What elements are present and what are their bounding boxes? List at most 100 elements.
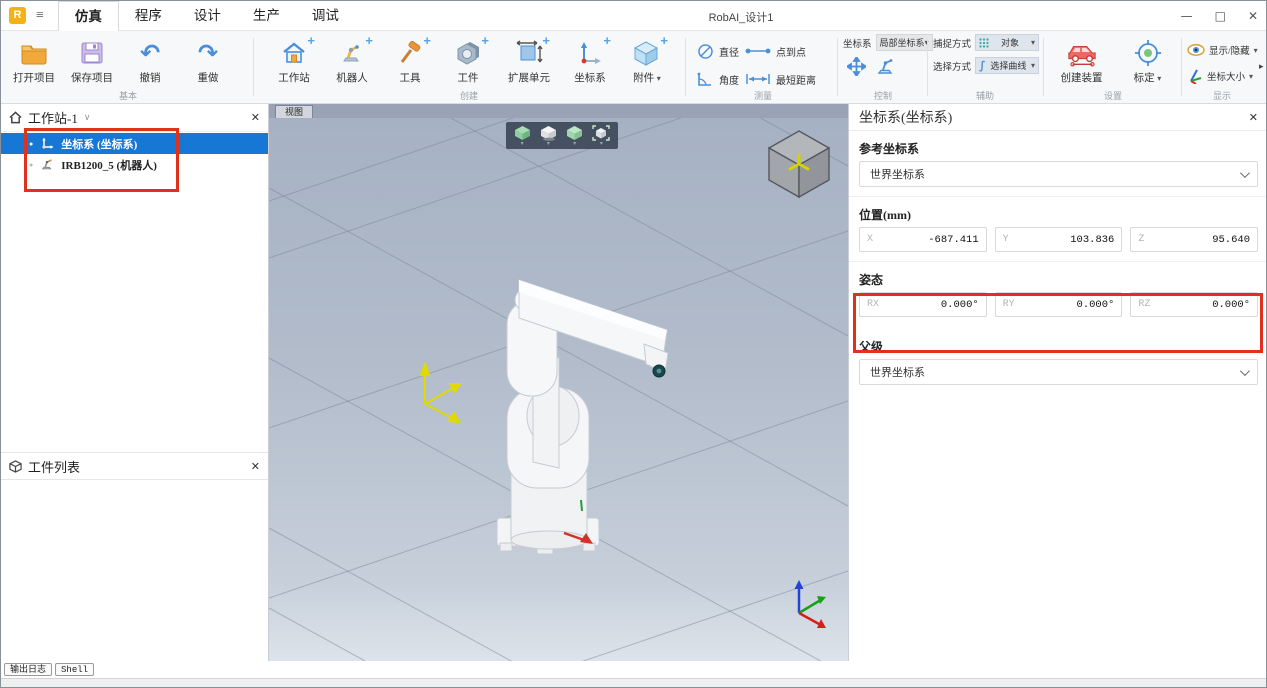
save-icon [81, 42, 103, 64]
create-workstation-button[interactable]: + 工作站 [265, 33, 323, 85]
point-to-point-label: 点到点 [776, 47, 806, 59]
shell-tab[interactable]: Shell [55, 663, 95, 676]
nav-cube[interactable] [767, 130, 831, 199]
group-label-measure: 测量 [753, 91, 772, 101]
tab-program[interactable]: 程序 [119, 1, 178, 31]
move-tool-icon[interactable] [847, 57, 866, 76]
front-view-button[interactable]: ▾ [540, 125, 557, 147]
reference-frame-label: 参考坐标系 [859, 142, 920, 156]
ribbon-group-create: + 工作站 + 机器人 + 工具 + 工件 + 扩展单元 + 坐标系 + 附件 … [257, 31, 681, 103]
position-y-field[interactable]: Y 103.836 [994, 227, 1123, 252]
parts-list-close-icon[interactable]: ✕ [251, 460, 260, 473]
tab-simulation[interactable]: 仿真 [57, 1, 119, 32]
properties-panel: 坐标系(坐标系) ✕ 参考坐标系 世界坐标系 位置(mm) X -687.411 … [848, 104, 1266, 661]
undo-button[interactable]: ↶ 撤销 [121, 36, 179, 85]
redo-label: 重做 [197, 73, 219, 84]
fit-view-button[interactable]: ▾ [592, 124, 611, 147]
ribbon-overflow-button[interactable]: ▸ [1259, 61, 1264, 72]
position-z-field[interactable]: Z 95.640 [1130, 227, 1259, 252]
close-button[interactable]: ✕ [1248, 9, 1258, 23]
workstation-panel-close-icon[interactable]: ✕ [251, 111, 260, 124]
coord-size-button[interactable]: 坐标大小 ▾ [1187, 63, 1259, 89]
measure-point-to-point-button[interactable]: 点到点 [745, 37, 833, 65]
tree-item-frame[interactable]: ● 坐标系 (坐标系) [1, 133, 268, 154]
dropdown-caret-icon: ▾ [1249, 71, 1254, 81]
position-x-field[interactable]: X -687.411 [859, 227, 987, 252]
tab-debug[interactable]: 调试 [296, 1, 355, 31]
maximize-button[interactable]: □ [1215, 9, 1226, 23]
show-hide-button[interactable]: 显示/隐藏 ▾ [1187, 37, 1259, 63]
ribbon-group-display: 显示/隐藏 ▾ 坐标大小 ▾ 显示 [1185, 31, 1259, 103]
curve-icon: ∫ [979, 59, 986, 72]
pose-rx-field[interactable]: RX 0.000° [859, 292, 987, 317]
robot-jog-icon[interactable] [876, 57, 895, 76]
chevron-down-icon[interactable]: ∨ [84, 113, 91, 123]
create-ext-unit-button[interactable]: + 扩展单元 [497, 33, 561, 85]
ext-unit-icon [516, 40, 543, 63]
dropdown-caret-icon: ▾ [1030, 38, 1035, 47]
eye-icon [1187, 44, 1205, 56]
chevron-down-icon [1239, 365, 1250, 376]
measure-diameter-button[interactable]: 直径 [697, 37, 745, 65]
calibrate-target-icon [1134, 40, 1161, 66]
tree-item-robot[interactable]: ● IRB1200_5 (机器人) [1, 154, 268, 175]
top-view-button[interactable]: ▾ [566, 125, 583, 147]
snap-mode-dropdown[interactable]: 对象 ▾ [975, 34, 1039, 51]
dropdown-caret-icon: ▾ [1157, 74, 1162, 83]
viewport-tab-view[interactable]: 视图 [275, 105, 313, 118]
pose-rz-field[interactable]: RZ 0.000° [1130, 292, 1259, 317]
viewport-tabstrip: 视图 [269, 104, 848, 118]
tab-design[interactable]: 设计 [178, 1, 237, 31]
calibrate-button[interactable]: 标定 ▾ [1120, 36, 1176, 85]
coord-system-dropdown[interactable]: 局部坐标系▾ [875, 34, 933, 51]
create-frame-button[interactable]: + 坐标系 [561, 33, 619, 85]
attachment-label: 附件 ▾ [633, 73, 661, 84]
dropdown-caret-icon: ▾ [656, 74, 661, 83]
ribbon-separator [927, 38, 928, 96]
output-log-tab[interactable]: 输出日志 [4, 663, 53, 676]
save-project-button[interactable]: 保存项目 [63, 36, 121, 85]
create-device-button[interactable]: 创建装置 [1051, 36, 1113, 85]
create-attachment-button[interactable]: + 附件 ▾ [619, 33, 675, 85]
tab-production[interactable]: 生产 [237, 1, 296, 31]
tree-item-label: 坐标系 (坐标系) [61, 138, 138, 151]
snap-mode-label: 捕捉方式 [933, 39, 972, 50]
viewport-3d: 视图 ▾ ▾ ▾ ▾ [268, 1, 849, 687]
minimize-button[interactable]: — [1181, 9, 1193, 23]
hamburger-menu-icon[interactable]: ≡ [36, 8, 44, 24]
create-tool-button[interactable]: + 工具 [381, 33, 439, 85]
diameter-icon [698, 43, 713, 59]
coord-size-label: 坐标大小 [1207, 73, 1246, 83]
iso-view-button[interactable]: ▾ [514, 125, 531, 147]
show-hide-label: 显示/隐藏 [1209, 47, 1250, 57]
redo-button[interactable]: ↷ 重做 [179, 36, 237, 85]
frame-tree-icon [42, 137, 54, 149]
title-bar: R ≡ 仿真 程序 设计 生产 调试 RobAI_设计1 — □ ✕ [1, 1, 1266, 32]
open-project-button[interactable]: 打开项目 [5, 36, 63, 85]
group-label-basic: 基本 [118, 91, 137, 101]
workstation-label: 工作站 [278, 73, 310, 84]
tree-bullet: ● [29, 139, 34, 148]
parent-dropdown[interactable]: 世界坐标系 [859, 359, 1258, 385]
diameter-label: 直径 [719, 47, 739, 59]
iso-cube-icon [514, 125, 530, 140]
select-mode-dropdown[interactable]: ∫ 选择曲线 ▾ [975, 57, 1039, 74]
tree-item-label: IRB1200_5 (机器人) [61, 159, 157, 172]
app-logo[interactable]: R [9, 7, 26, 24]
group-label-display: 显示 [1212, 91, 1231, 101]
save-project-label: 保存项目 [71, 73, 113, 84]
position-label: 位置(mm) [859, 208, 911, 222]
reference-frame-dropdown[interactable]: 世界坐标系 [859, 161, 1258, 187]
viewport-canvas[interactable]: ▾ ▾ ▾ ▾ [268, 1, 849, 687]
create-part-button[interactable]: + 工件 [439, 33, 497, 85]
create-device-label: 创建装置 [1060, 73, 1103, 84]
create-robot-button[interactable]: + 机器人 [323, 33, 381, 85]
window-title: RobAI_设计1 [708, 12, 774, 24]
undo-label: 撤销 [139, 73, 161, 84]
pose-ry-field[interactable]: RY 0.000° [994, 292, 1123, 317]
properties-close-icon[interactable]: ✕ [1249, 111, 1258, 124]
angle-icon [697, 72, 711, 86]
plus-badge: + [423, 33, 431, 48]
view-toolbar: ▾ ▾ ▾ ▾ [506, 122, 618, 149]
home-icon [9, 111, 22, 124]
